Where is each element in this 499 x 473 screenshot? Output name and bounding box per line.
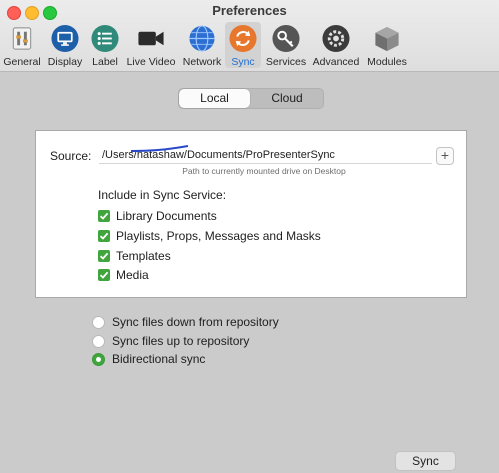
toolbar-network[interactable]: Network: [181, 22, 223, 68]
toolbar-label: Live Video: [126, 56, 176, 68]
toolbar-label: Advanced: [312, 56, 360, 68]
radio-label: Bidirectional sync: [112, 352, 206, 366]
title-bar: Preferences General Display Label Live V…: [0, 0, 499, 72]
toolbar-general[interactable]: General: [2, 22, 42, 68]
radio-button[interactable]: [92, 334, 105, 348]
checkbox-checked[interactable]: [98, 250, 110, 262]
cube-icon: [375, 26, 399, 52]
radio-label: Sync files up to repository: [112, 334, 250, 348]
key-icon: [272, 24, 300, 53]
include-title: Include in Sync Service:: [98, 188, 227, 202]
checkbox-checked[interactable]: [98, 210, 110, 222]
checkbox-label: Media: [116, 268, 149, 282]
toolbar-sync[interactable]: Sync: [225, 22, 261, 68]
radio-button-selected[interactable]: [92, 352, 105, 366]
radio-button[interactable]: [92, 315, 105, 329]
toolbar-services[interactable]: Services: [264, 22, 308, 68]
sync-icon: [229, 24, 257, 53]
checkbox-library-documents[interactable]: Library Documents: [98, 209, 217, 223]
toolbar-label: Services: [265, 56, 307, 68]
segment-local[interactable]: Local: [179, 89, 250, 108]
window-title: Preferences: [212, 3, 287, 18]
radio-label: Sync files down from repository: [112, 315, 279, 329]
source-label: Source:: [50, 149, 92, 163]
toolbar-label: Display: [47, 56, 83, 68]
checkbox-playlists-props[interactable]: Playlists, Props, Messages and Masks: [98, 229, 321, 243]
toolbar-label: Label: [92, 56, 118, 68]
video-camera-icon: [138, 31, 164, 46]
checkbox-media[interactable]: Media: [98, 268, 149, 282]
radio-sync-down[interactable]: Sync files down from repository: [92, 315, 279, 329]
location-segmented-control: Local Cloud: [178, 88, 324, 109]
toolbar-label-pane[interactable]: Label: [88, 22, 122, 68]
toolbar-label: Sync: [231, 56, 255, 68]
checkbox-label: Library Documents: [116, 209, 217, 223]
checkbox-checked[interactable]: [98, 230, 110, 242]
general-icon: [12, 27, 32, 50]
radio-bidirectional[interactable]: Bidirectional sync: [92, 352, 205, 366]
add-source-button[interactable]: +: [436, 147, 454, 165]
sync-button[interactable]: Sync: [395, 451, 456, 471]
redaction-scribble: [130, 145, 189, 152]
checkbox-label: Templates: [116, 249, 171, 263]
radio-sync-up[interactable]: Sync files up to repository: [92, 334, 249, 348]
globe-icon: [189, 25, 215, 52]
segment-cloud[interactable]: Cloud: [251, 89, 323, 108]
label-icon: [91, 24, 119, 53]
gear-icon: [322, 24, 350, 53]
source-path-hint: Path to currently mounted drive on Deskt…: [182, 166, 346, 176]
toolbar-label: General: [3, 56, 41, 68]
toolbar-advanced[interactable]: Advanced: [311, 22, 361, 68]
toolbar-modules[interactable]: Modules: [364, 22, 410, 68]
toolbar-label: Modules: [367, 56, 407, 68]
checkbox-checked[interactable]: [98, 269, 110, 281]
sync-settings-panel: Source: /Users/natashaw/Documents/ProPre…: [35, 130, 467, 298]
toolbar-display[interactable]: Display: [45, 22, 85, 68]
checkbox-label: Playlists, Props, Messages and Masks: [116, 229, 321, 243]
checkbox-templates[interactable]: Templates: [98, 249, 171, 263]
toolbar-live-video[interactable]: Live Video: [124, 22, 178, 68]
display-icon: [51, 24, 79, 53]
preferences-window: Preferences General Display Label Live V…: [0, 0, 499, 473]
toolbar-label: Network: [182, 56, 222, 68]
